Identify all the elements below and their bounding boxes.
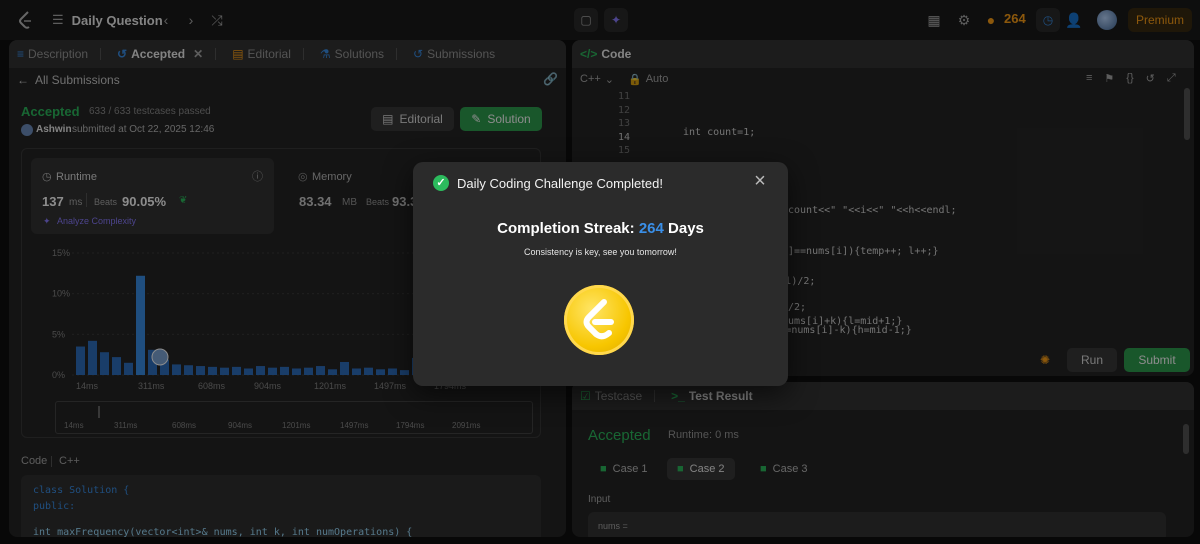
- coin-logo-icon: [583, 299, 614, 340]
- check-circle-icon: ✓: [433, 175, 449, 191]
- completion-streak: Completion Streak: 264 Days: [497, 220, 704, 237]
- modal-subtitle: Consistency is key, see you tomorrow!: [524, 247, 677, 257]
- daily-challenge-modal: ✓ Daily Coding Challenge Completed! × Co…: [413, 162, 788, 386]
- streak-days-count: 264: [638, 220, 664, 237]
- close-icon[interactable]: ×: [750, 171, 770, 192]
- modal-title: Daily Coding Challenge Completed!: [457, 176, 663, 191]
- leetcode-coin-icon: [564, 285, 634, 355]
